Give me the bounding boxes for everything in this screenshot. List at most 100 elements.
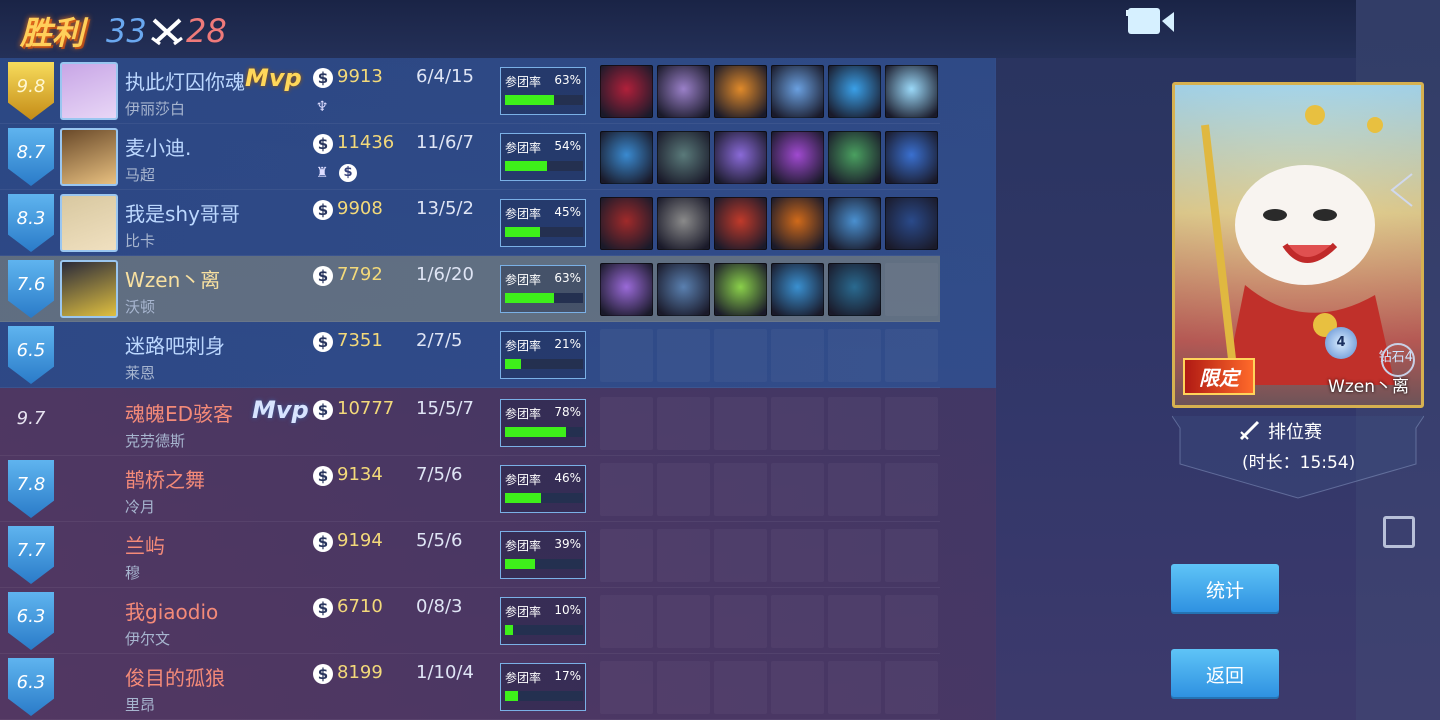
- equipment-item-icon[interactable]: [771, 263, 824, 316]
- equipment-item-icon[interactable]: [714, 65, 767, 118]
- equipment-item-icon[interactable]: [600, 65, 653, 118]
- equipment-item-icon[interactable]: [828, 65, 881, 118]
- achievement-icons: ♆: [313, 98, 331, 116]
- equipment-item-icon[interactable]: [657, 197, 710, 250]
- participation-label: 参团率: [505, 75, 542, 89]
- participation-box: 参团率 39%: [500, 531, 586, 579]
- player-row[interactable]: 6.5 迷路吧刺身 莱恩 $7351 2/7/5 参团率 21%: [0, 322, 940, 388]
- player-name: 麦小迪.: [125, 136, 192, 160]
- participation-fill: [505, 691, 518, 701]
- equipment-item-icon[interactable]: [657, 65, 710, 118]
- player-name: 我是shy哥哥: [125, 202, 240, 226]
- limited-tag: 限定: [1183, 358, 1255, 395]
- equipment-item-icon[interactable]: [885, 197, 938, 250]
- player-row[interactable]: 7.6 Wzen丶离 沃顿 $7792 1/6/20 参团率 63%: [0, 256, 940, 322]
- player-name: Wzen丶离: [125, 268, 221, 292]
- participation-box: 参团率 45%: [500, 199, 586, 247]
- player-row[interactable]: 6.3 俊目的孤狼 里昂 $8199 1/10/4 参团率 17%: [0, 654, 940, 720]
- empty-equipment-slot: [771, 529, 824, 582]
- hero-name: 穆: [125, 564, 141, 582]
- participation-percent: 46%: [554, 471, 581, 485]
- hero-name: 马超: [125, 166, 156, 184]
- player-row[interactable]: 8.7 麦小迪. 马超 $11436 11/6/7 ♜ $ 参团率 54%: [0, 124, 940, 190]
- equipment-item-icon[interactable]: [714, 197, 767, 250]
- empty-equipment-slot: [600, 329, 653, 382]
- empty-equipment-slot: [828, 529, 881, 582]
- match-mode-panel: 排位赛 (时长：15:54): [1172, 408, 1424, 504]
- equipment-item-icon[interactable]: [828, 131, 881, 184]
- equipment-item-icon[interactable]: [771, 65, 824, 118]
- equipment-item-icon[interactable]: [714, 263, 767, 316]
- participation-percent: 10%: [554, 603, 581, 617]
- participation-box: 参团率 46%: [500, 465, 586, 513]
- empty-equipment-slot: [885, 529, 938, 582]
- participation-fill: [505, 161, 547, 171]
- player-row[interactable]: 8.3 我是shy哥哥 比卡 $9908 13/5/2 参团率 45%: [0, 190, 940, 256]
- empty-equipment-slot: [657, 397, 710, 450]
- empty-equipment-slot: [828, 329, 881, 382]
- participation-fill: [505, 293, 554, 303]
- equipment-item-icon[interactable]: [885, 131, 938, 184]
- gold-value: 9194: [337, 530, 383, 551]
- equipment-item-icon[interactable]: [828, 197, 881, 250]
- player-row[interactable]: 7.7 兰屿穆 $9194 5/5/6 参团率 39%: [0, 522, 940, 588]
- hero-avatar[interactable]: [60, 194, 118, 252]
- player-row[interactable]: 9.7 魂魄ED骇客 克劳德斯 Mvp $10777 15/5/7 参团率 78%: [0, 390, 940, 456]
- participation-percent: 63%: [554, 271, 581, 285]
- hero-avatar[interactable]: [60, 260, 118, 318]
- participation-bar: [505, 293, 583, 303]
- equipment-item-icon[interactable]: [600, 197, 653, 250]
- equipment-item-icon[interactable]: [714, 131, 767, 184]
- stats-button[interactable]: 统计: [1171, 564, 1279, 614]
- equipment-item-icon[interactable]: [771, 131, 824, 184]
- empty-equipment-slot: [828, 595, 881, 648]
- hero-avatar[interactable]: [60, 128, 118, 186]
- circle-button[interactable]: [1381, 343, 1415, 377]
- player-name: 魂魄ED骇客: [125, 402, 234, 426]
- rating-badge: 9.7: [16, 408, 46, 429]
- participation-bar: [505, 95, 583, 105]
- equipment-list: [600, 329, 938, 382]
- equipment-item-icon[interactable]: [600, 263, 653, 316]
- rating-badge: 6.3: [8, 658, 54, 716]
- hero-avatar[interactable]: [60, 62, 118, 120]
- collapse-arrow-icon[interactable]: [1386, 170, 1416, 210]
- equipment-item-icon[interactable]: [885, 65, 938, 118]
- hero-name: 冷月: [125, 498, 156, 516]
- equipment-item-icon[interactable]: [600, 131, 653, 184]
- match-result: 胜利: [20, 14, 85, 52]
- gold-coin-icon: $: [313, 266, 333, 286]
- gold-value: 8199: [337, 662, 383, 683]
- hero-name: 伊丽莎白: [125, 100, 186, 118]
- kda-value: 7/5/6: [416, 464, 463, 485]
- gold-coin-icon: $: [313, 134, 333, 154]
- participation-label: 参团率: [505, 339, 542, 353]
- rating-badge: 7.6: [8, 260, 54, 318]
- equipment-item-icon[interactable]: [828, 263, 881, 316]
- equipment-list: [600, 131, 938, 184]
- back-button[interactable]: 返回: [1171, 649, 1279, 699]
- equipment-item-icon[interactable]: [657, 263, 710, 316]
- player-row[interactable]: 9.8 执此灯囚你魂 伊丽莎白 Mvp $9913 6/4/15 ♆ 参团率 63%: [0, 58, 940, 124]
- kda-value: 1/6/20: [416, 264, 474, 285]
- kda-value: 6/4/15: [416, 66, 474, 87]
- kda-value: 0/8/3: [416, 596, 463, 617]
- empty-equipment-slot: [600, 595, 653, 648]
- hero-name: 沃顿: [125, 298, 156, 316]
- rating-badge: 7.8: [8, 460, 54, 518]
- participation-label: 参团率: [505, 407, 542, 421]
- participation-percent: 39%: [554, 537, 581, 551]
- empty-equipment-slot: [714, 463, 767, 516]
- participation-fill: [505, 559, 535, 569]
- equipment-item-icon[interactable]: [771, 197, 824, 250]
- empty-equipment-slot: [600, 463, 653, 516]
- equipment-item-icon[interactable]: [657, 131, 710, 184]
- player-row[interactable]: 7.8 鹊桥之舞 冷月 $9134 7/5/6 参团率 46%: [0, 456, 940, 522]
- square-button[interactable]: [1383, 516, 1415, 548]
- empty-equipment-slot: [714, 661, 767, 714]
- empty-equipment-slot: [771, 463, 824, 516]
- participation-bar: [505, 161, 583, 171]
- participation-fill: [505, 227, 540, 237]
- player-row[interactable]: 6.3 我giaodio 伊尔文 $6710 0/8/3 参团率 10%: [0, 588, 940, 654]
- record-video-icon[interactable]: [1124, 8, 1176, 36]
